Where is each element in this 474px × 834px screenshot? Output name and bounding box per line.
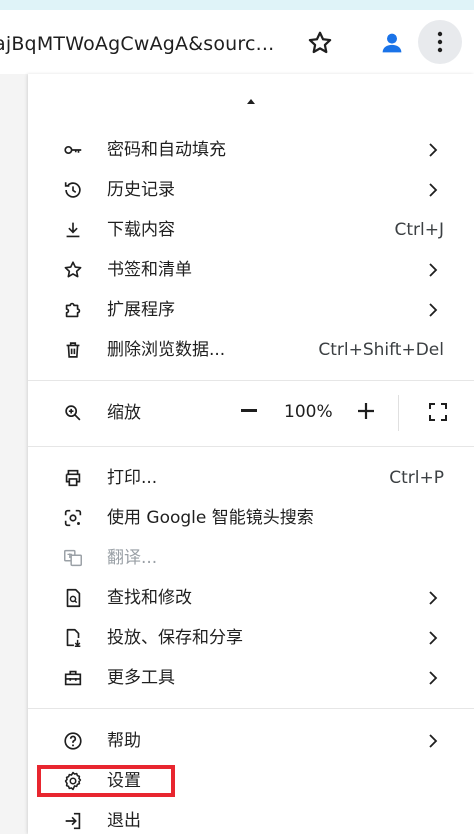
menu-item-label: 查找和修改 [107,588,192,608]
menu-divider [28,708,474,709]
menu-item-bookmarks[interactable]: 书签和清单 [28,250,474,290]
star-icon [64,261,82,278]
menu-item-shortcut: Ctrl+P [389,468,444,488]
help-icon [64,732,82,750]
address-bar-url: ajBqMTWoAgCwAgA&sourc... [0,33,275,55]
exit-icon [65,812,81,830]
chrome-menu: 密码和自动填充 历史记录 下载内容 Ctrl+J 书签和清单 扩展程序 删除浏览… [28,74,474,834]
chevron-right-icon [429,671,438,685]
menu-item-help[interactable]: 帮助 [28,721,474,761]
menu-item-label: 密码和自动填充 [107,140,226,160]
gear-icon [64,771,82,791]
puzzle-icon [65,302,81,318]
menu-item-downloads[interactable]: 下载内容 Ctrl+J [28,210,474,250]
zoom-separator [398,395,399,431]
menu-item-label: 书签和清单 [107,260,192,280]
printer-icon [65,469,81,487]
menu-item-cast-save-share[interactable]: 投放、保存和分享 [28,618,474,658]
menu-item-exit[interactable]: 退出 [28,801,474,834]
translate-icon [64,549,82,567]
menu-item-label: 打印... [107,468,158,488]
menu-item-clear-data[interactable]: 删除浏览数据... Ctrl+Shift+Del [28,330,474,370]
chevron-right-icon [429,591,438,605]
window-top-strip [0,0,474,10]
menu-item-label: 历史记录 [107,180,175,200]
find-icon [66,588,81,608]
page-content-edge [0,74,28,834]
menu-item-label: 退出 [107,811,141,831]
menu-item-find-edit[interactable]: 查找和修改 [28,578,474,618]
three-dots-vertical-icon [437,31,443,53]
menu-item-more-tools[interactable]: 更多工具 [28,658,474,698]
zoom-label: 缩放 [107,403,141,423]
caret-up-icon [247,99,255,104]
menu-divider [28,446,474,447]
menu-item-history[interactable]: 历史记录 [28,170,474,210]
toolbox-icon [64,670,82,686]
menu-item-label: 使用 Google 智能镜头搜索 [107,508,314,528]
chevron-right-icon [429,631,438,645]
cast-save-icon [66,628,81,647]
menu-item-extensions[interactable]: 扩展程序 [28,290,474,330]
zoom-icon [65,405,81,421]
menu-item-passwords[interactable]: 密码和自动填充 [28,130,474,170]
person-icon[interactable] [377,28,407,58]
menu-item-label: 帮助 [107,731,141,751]
chevron-right-icon [429,183,438,197]
chevron-right-icon [429,734,438,748]
menu-item-label: 扩展程序 [107,300,175,320]
menu-divider [28,380,474,381]
menu-item-label: 投放、保存和分享 [107,628,243,648]
download-icon [66,222,80,238]
menu-item-settings[interactable]: 设置 [28,761,474,801]
menu-item-shortcut: Ctrl+Shift+Del [318,340,444,360]
menu-item-translate: 翻译... [28,538,474,578]
menu-item-label: 更多工具 [107,668,175,688]
menu-item-label: 下载内容 [107,220,175,240]
address-bar[interactable]: ajBqMTWoAgCwAgA&sourc... [0,24,338,64]
zoom-out-button[interactable] [241,409,257,412]
menu-item-print[interactable]: 打印... Ctrl+P [28,458,474,498]
key-icon [64,145,82,155]
chevron-right-icon [429,303,438,317]
chevron-right-icon [429,263,438,277]
menu-item-label: 删除浏览数据... [107,340,226,360]
menu-item-shortcut: Ctrl+J [394,220,444,240]
menu-button[interactable] [418,20,462,64]
menu-item-label: 设置 [107,771,141,791]
fullscreen-icon[interactable] [428,402,448,422]
menu-item-label: 翻译... [107,548,158,568]
star-outline-icon[interactable] [306,29,334,57]
history-icon [64,182,81,198]
lens-icon [64,509,82,527]
trash-icon [66,342,80,358]
menu-item-zoom: 缩放 100% [28,393,474,433]
chevron-right-icon [429,143,438,157]
menu-item-google-lens[interactable]: 使用 Google 智能镜头搜索 [28,498,474,538]
zoom-in-button[interactable] [358,402,374,420]
zoom-value: 100% [284,402,333,422]
